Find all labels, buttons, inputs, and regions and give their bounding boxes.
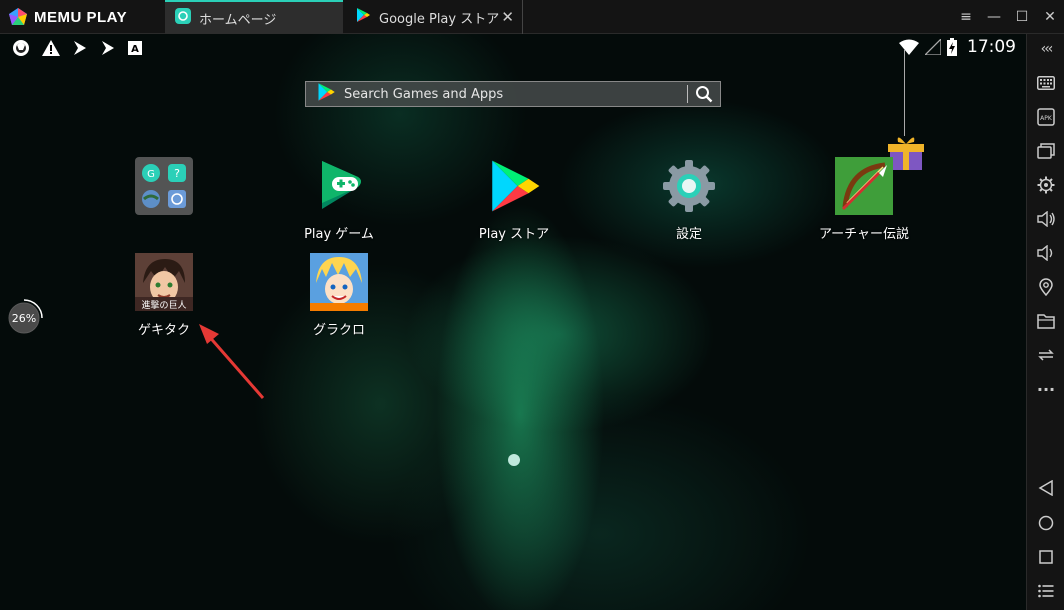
svg-text:進撃の巨人: 進撃の巨人 bbox=[141, 299, 186, 311]
app-play-games[interactable]: Play ゲーム bbox=[279, 157, 399, 242]
gekitaku-icon: 進撃の巨人 bbox=[135, 253, 193, 311]
gurakuro-icon bbox=[310, 253, 368, 311]
wifi-icon bbox=[899, 39, 919, 55]
multi-window-icon bbox=[1037, 143, 1055, 159]
app-label: アーチャー伝説 bbox=[818, 227, 910, 242]
app-folder-google[interactable]: G ? bbox=[104, 157, 224, 223]
performance-percent: 26% bbox=[12, 312, 36, 325]
anime-notification-icon bbox=[13, 40, 29, 56]
svg-text:A: A bbox=[131, 44, 139, 55]
status-bar-system: 17:09 bbox=[899, 37, 1016, 57]
gear-icon bbox=[1037, 176, 1055, 194]
more-options-button[interactable]: ··· bbox=[1027, 374, 1064, 404]
recent-apps-button[interactable] bbox=[1027, 542, 1064, 572]
performance-meter[interactable]: 26% bbox=[6, 298, 46, 338]
back-triangle-icon bbox=[1038, 480, 1053, 496]
multi-window-button[interactable] bbox=[1027, 136, 1064, 166]
app-gurakuro[interactable]: グラクロ bbox=[279, 253, 399, 338]
title-bar: MEMU PLAY ホームページ Google Play ストア ✕ ≡ — ☐… bbox=[0, 0, 1064, 34]
apk-icon: APK bbox=[1037, 108, 1055, 126]
volume-down-icon bbox=[1037, 245, 1053, 261]
page-indicator-dot[interactable] bbox=[508, 454, 520, 466]
play-games-icon bbox=[310, 157, 368, 215]
minimize-button[interactable]: — bbox=[980, 0, 1008, 34]
play-games-notification-icon bbox=[74, 41, 86, 55]
maximize-button[interactable]: ☐ bbox=[1008, 0, 1036, 34]
volume-up-button[interactable] bbox=[1027, 204, 1064, 234]
search-icon[interactable] bbox=[688, 82, 720, 106]
keyboard-mapping-button[interactable] bbox=[1027, 68, 1064, 98]
more-icon: ··· bbox=[1036, 379, 1056, 399]
app-label: 設定 bbox=[675, 227, 702, 242]
settings-gear-icon bbox=[660, 157, 718, 215]
app-label: Play ゲーム bbox=[304, 227, 374, 242]
tab-google-play-label: Google Play ストア bbox=[379, 11, 500, 27]
svg-text:G: G bbox=[147, 169, 155, 180]
app-logo-text: MEMU PLAY bbox=[34, 8, 128, 26]
status-clock: 17:09 bbox=[967, 37, 1016, 57]
window-controls: ≡ — ☐ ✕ bbox=[952, 0, 1064, 34]
menu-icon[interactable]: ≡ bbox=[952, 0, 980, 34]
svg-text:APK: APK bbox=[1040, 115, 1053, 122]
warning-icon bbox=[42, 40, 60, 56]
app-play-store[interactable]: Play ストア bbox=[454, 157, 574, 242]
tab-close-icon[interactable]: ✕ bbox=[501, 8, 514, 26]
play-store-search-icon bbox=[316, 81, 336, 107]
volume-down-button[interactable] bbox=[1027, 238, 1064, 268]
install-apk-button[interactable]: APK bbox=[1027, 102, 1064, 132]
search-bar[interactable]: Search Games and Apps bbox=[305, 81, 721, 107]
location-button[interactable] bbox=[1027, 272, 1064, 302]
memu-logo-icon bbox=[9, 8, 27, 25]
play-games-notification-icon-2 bbox=[102, 41, 114, 55]
play-store-app-icon bbox=[485, 157, 543, 215]
home-button[interactable] bbox=[1027, 508, 1064, 538]
right-toolbar: ‹‹‹ APK ··· bbox=[1026, 34, 1064, 610]
home-icon bbox=[175, 8, 191, 28]
search-input[interactable]: Search Games and Apps bbox=[344, 87, 687, 102]
list-icon bbox=[1038, 584, 1054, 598]
volume-up-icon bbox=[1037, 211, 1055, 227]
android-screen[interactable]: A 17:09 Search Games and Apps G ? Play ゲ… bbox=[0, 34, 1026, 610]
location-pin-icon bbox=[1039, 278, 1053, 296]
battery-charging-icon bbox=[947, 38, 957, 56]
collapse-toolbar-button[interactable]: ‹‹‹ bbox=[1027, 34, 1064, 64]
collapse-icon: ‹‹‹ bbox=[1040, 41, 1054, 57]
tab-home[interactable]: ホームページ bbox=[165, 0, 343, 34]
status-bar-notifications: A bbox=[12, 39, 142, 57]
rotate-screen-button[interactable] bbox=[1027, 340, 1064, 370]
annotation-arrow bbox=[195, 322, 275, 406]
gift-string bbox=[904, 50, 905, 136]
app-label: Play ストア bbox=[478, 227, 550, 242]
google-folder-icon: G ? bbox=[135, 157, 193, 215]
app-label: グラクロ bbox=[312, 323, 365, 338]
archero-icon bbox=[835, 157, 893, 215]
close-button[interactable]: ✕ bbox=[1036, 0, 1064, 34]
keyboard-icon bbox=[1037, 76, 1055, 90]
menu-list-button[interactable] bbox=[1027, 576, 1064, 606]
recents-square-icon bbox=[1039, 550, 1053, 564]
shared-folder-button[interactable] bbox=[1027, 306, 1064, 336]
svg-text:?: ? bbox=[174, 167, 180, 180]
folder-icon bbox=[1037, 314, 1055, 329]
back-button[interactable] bbox=[1027, 473, 1064, 503]
settings-button[interactable] bbox=[1027, 170, 1064, 200]
app-archero[interactable]: アーチャー伝説 bbox=[804, 157, 924, 242]
font-notification-icon: A bbox=[128, 41, 142, 55]
app-settings[interactable]: 設定 bbox=[629, 157, 749, 242]
tab-google-play[interactable]: Google Play ストア ✕ bbox=[345, 0, 523, 34]
tab-home-label: ホームページ bbox=[199, 12, 277, 28]
app-logo: MEMU PLAY bbox=[8, 7, 127, 27]
signal-icon bbox=[925, 39, 941, 55]
play-store-icon bbox=[355, 7, 371, 27]
home-circle-icon bbox=[1038, 515, 1054, 531]
rotate-icon bbox=[1038, 349, 1054, 361]
